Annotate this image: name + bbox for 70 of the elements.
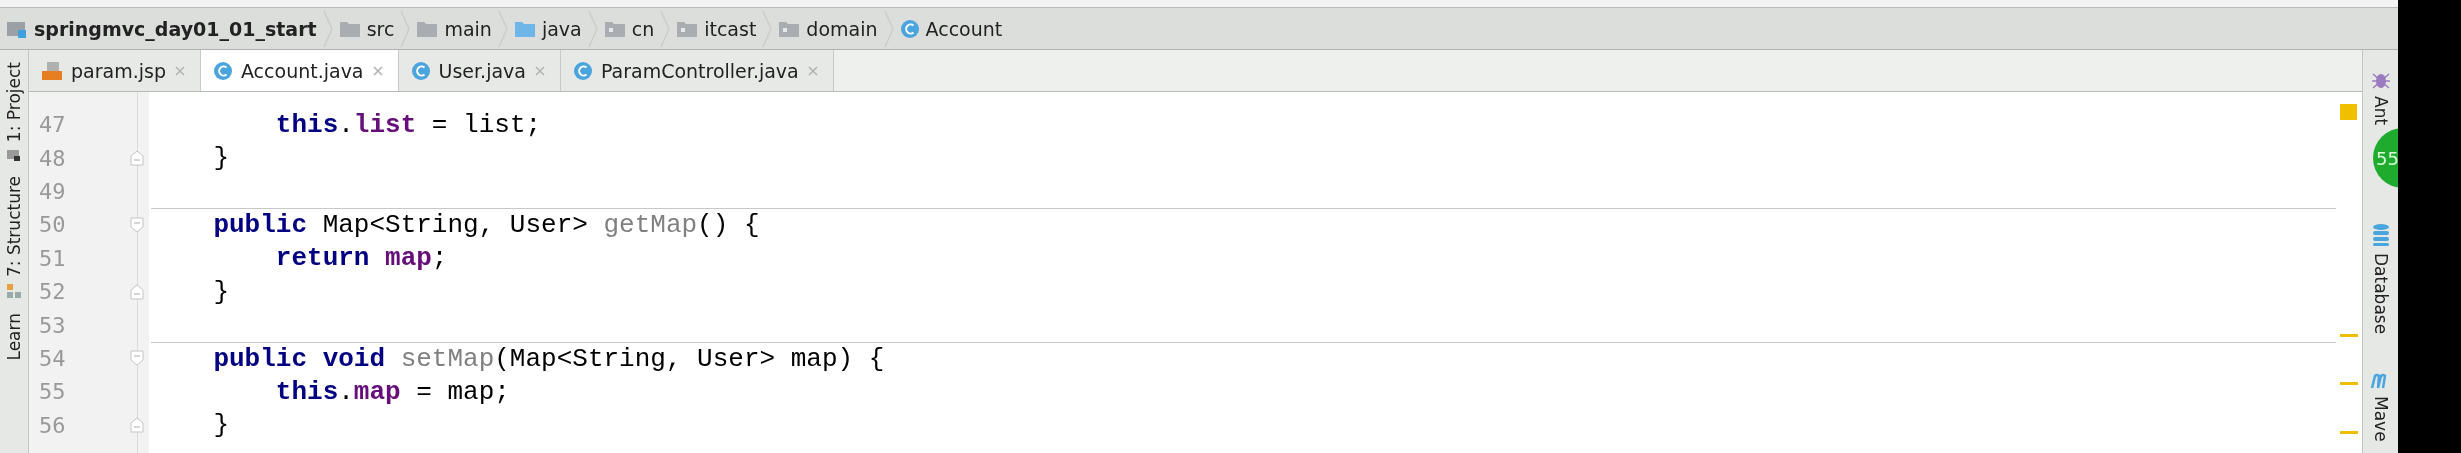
line-number: 51 <box>38 245 67 271</box>
code-line: public Map<String, User> getMap() { <box>212 210 760 241</box>
class-icon <box>899 18 920 39</box>
line-number: 47 <box>38 112 67 138</box>
code-line: } <box>212 276 229 307</box>
line-number: 56 <box>38 412 67 438</box>
fold-icon[interactable] <box>130 417 144 434</box>
database-icon <box>2370 223 2391 248</box>
line-number: 50 <box>38 212 67 238</box>
warning-marker[interactable] <box>2340 382 2358 385</box>
tool-window-label[interactable]: Learn <box>4 313 24 361</box>
line-number: 49 <box>38 178 67 204</box>
structure-icon <box>6 283 22 300</box>
package-icon <box>778 19 801 38</box>
tool-window-label[interactable]: Mave <box>2370 396 2391 442</box>
tool-window-label[interactable]: Ant <box>2370 96 2391 126</box>
fold-icon[interactable] <box>130 350 144 367</box>
jsp-file-icon <box>41 60 63 81</box>
tool-window-label[interactable]: Database <box>2370 253 2391 335</box>
warning-marker[interactable] <box>2340 431 2358 434</box>
class-icon <box>572 60 593 81</box>
line-number: 53 <box>38 312 67 338</box>
tool-window-label[interactable]: 1: Project <box>4 62 24 143</box>
chevron-icon <box>762 8 773 49</box>
code-line: } <box>212 143 229 174</box>
breadcrumb-item[interactable]: Account <box>925 17 1003 40</box>
folder-icon <box>416 19 439 38</box>
warning-marker[interactable] <box>2340 104 2357 120</box>
breadcrumb-item[interactable]: main <box>444 17 492 40</box>
chevron-icon <box>400 8 411 49</box>
breadcrumb-item[interactable]: domain <box>806 17 878 40</box>
editor-tab[interactable]: Account.java <box>200 50 399 91</box>
breadcrumb-item[interactable]: src <box>366 17 395 40</box>
tool-window-label[interactable]: 7: Structure <box>4 176 24 278</box>
line-number: 55 <box>38 379 67 405</box>
line-number: 54 <box>38 345 67 371</box>
folder-icon <box>338 19 361 38</box>
class-icon <box>212 60 233 81</box>
fold-icon[interactable] <box>130 283 144 300</box>
folder-icon <box>513 19 536 38</box>
class-icon <box>410 60 431 81</box>
breadcrumb-item[interactable]: itcast <box>704 17 757 40</box>
breadcrumb-item[interactable]: springmvc_day01_01_start <box>34 17 317 40</box>
close-icon[interactable] <box>533 64 546 77</box>
code-line: public void setMap(Map<String, User> map) { <box>212 343 885 374</box>
breadcrumb-item[interactable]: java <box>541 17 582 40</box>
warning-marker[interactable] <box>2340 334 2358 337</box>
code-line: this.map = map; <box>274 376 510 407</box>
fold-icon[interactable] <box>130 150 144 167</box>
code-line: return map; <box>274 243 448 274</box>
chevron-icon <box>587 8 598 49</box>
fold-icon[interactable] <box>130 216 144 233</box>
package-icon <box>603 19 626 38</box>
chevron-icon <box>497 8 508 49</box>
editor-tab[interactable]: User.java <box>398 50 561 91</box>
code-line: } <box>212 410 229 441</box>
editor-tab[interactable]: param.jsp <box>29 50 201 91</box>
chevron-icon <box>660 8 671 49</box>
chevron-icon <box>322 8 333 49</box>
code-line: this.list = list; <box>274 109 542 140</box>
close-icon[interactable] <box>173 64 186 77</box>
folder-icon <box>6 148 22 163</box>
breadcrumb-item[interactable]: cn <box>631 17 655 40</box>
chevron-icon <box>883 8 894 49</box>
line-number: 52 <box>38 279 67 305</box>
editor-tab[interactable]: ParamController.java <box>560 50 834 91</box>
package-icon <box>676 19 699 38</box>
line-number: 48 <box>38 145 67 171</box>
close-icon[interactable] <box>371 64 384 77</box>
close-icon[interactable] <box>806 64 819 77</box>
